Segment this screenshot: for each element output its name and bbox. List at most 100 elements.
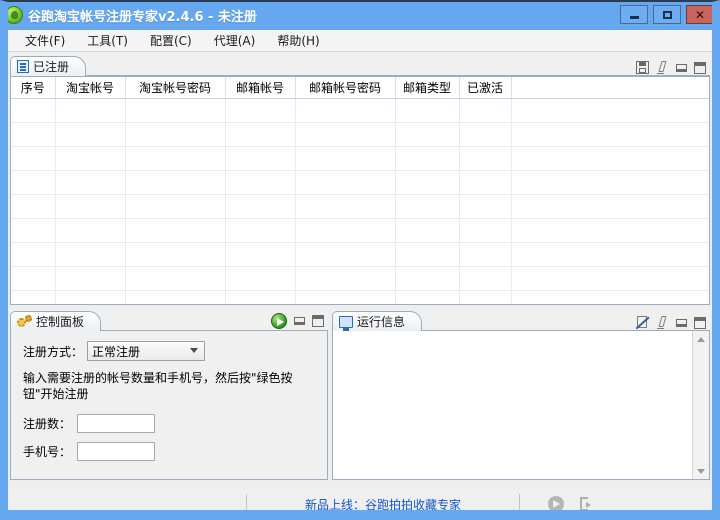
- table-cell[interactable]: [55, 170, 126, 195]
- table-cell[interactable]: [225, 266, 296, 291]
- table-cell[interactable]: [55, 122, 126, 147]
- table-cell[interactable]: [55, 218, 126, 243]
- col-header-taobao-account[interactable]: 淘宝帐号: [55, 77, 126, 99]
- maximize-button[interactable]: [653, 5, 681, 24]
- table-cell[interactable]: [11, 146, 56, 171]
- gray-play-icon[interactable]: [548, 496, 564, 510]
- table-cell[interactable]: [395, 266, 460, 291]
- menu-config[interactable]: 配置(C): [139, 30, 203, 51]
- scroll-down-button[interactable]: [693, 463, 709, 479]
- table-cell[interactable]: [11, 290, 56, 304]
- log-panel-body[interactable]: [332, 331, 710, 480]
- col-header-email-account[interactable]: 邮箱帐号: [225, 77, 296, 99]
- table-cell[interactable]: [225, 242, 296, 267]
- table-cell[interactable]: [295, 242, 396, 267]
- tab-run-info[interactable]: 运行信息: [332, 311, 423, 331]
- close-button[interactable]: ✕: [686, 5, 712, 24]
- table-cell[interactable]: [395, 170, 460, 195]
- table-cell[interactable]: [295, 98, 396, 123]
- col-header-email-password[interactable]: 邮箱帐号密码: [295, 77, 396, 99]
- save-icon[interactable]: [636, 61, 649, 74]
- menu-tools[interactable]: 工具(T): [76, 30, 139, 51]
- table-cell[interactable]: [395, 242, 460, 267]
- table-cell[interactable]: [125, 98, 226, 123]
- log-scrollbar[interactable]: [692, 331, 709, 479]
- gray-network-icon[interactable]: [576, 496, 592, 510]
- col-header-index[interactable]: 序号: [11, 77, 56, 99]
- table-cell[interactable]: [295, 218, 396, 243]
- table-cell[interactable]: [295, 194, 396, 219]
- table-cell[interactable]: [55, 242, 126, 267]
- table-row[interactable]: [11, 242, 709, 267]
- table-cell[interactable]: [225, 290, 296, 304]
- table-cell[interactable]: [55, 290, 126, 304]
- minimize-icon[interactable]: [676, 318, 687, 327]
- table-cell[interactable]: [55, 194, 126, 219]
- menu-help[interactable]: 帮助(H): [266, 30, 330, 51]
- table-cell[interactable]: [125, 122, 226, 147]
- table-cell[interactable]: [11, 218, 56, 243]
- col-header-taobao-password[interactable]: 淘宝帐号密码: [125, 77, 226, 99]
- table-cell[interactable]: [295, 122, 396, 147]
- register-mode-select[interactable]: 正常注册: [87, 341, 206, 361]
- table-cell[interactable]: [55, 146, 126, 171]
- table-row[interactable]: [11, 170, 709, 195]
- table-cell[interactable]: [125, 194, 226, 219]
- col-header-email-type[interactable]: 邮箱类型: [395, 77, 460, 99]
- eraser-icon[interactable]: [656, 316, 669, 329]
- table-cell[interactable]: [225, 146, 296, 171]
- table-row[interactable]: [11, 266, 709, 291]
- table-row[interactable]: [11, 290, 709, 304]
- table-cell[interactable]: [225, 98, 296, 123]
- table-cell[interactable]: [459, 218, 512, 243]
- table-cell[interactable]: [459, 122, 512, 147]
- table-row[interactable]: [11, 98, 709, 123]
- table-cell[interactable]: [225, 218, 296, 243]
- minimize-button[interactable]: [620, 5, 648, 24]
- table-cell[interactable]: [395, 98, 460, 123]
- table-row[interactable]: [11, 194, 709, 219]
- menu-file[interactable]: 文件(F): [14, 30, 76, 51]
- promo-link[interactable]: 新品上线：谷跑拍拍收藏专家: [305, 496, 461, 511]
- table-cell[interactable]: [459, 98, 512, 123]
- registered-table-container[interactable]: 序号 淘宝帐号 淘宝帐号密码 邮箱帐号 邮箱帐号密码 邮箱类型 已激活: [10, 76, 710, 305]
- table-cell[interactable]: [295, 170, 396, 195]
- col-header-activated[interactable]: 已激活: [459, 77, 512, 99]
- tab-control-panel[interactable]: 控制面板: [10, 311, 102, 331]
- restore-icon[interactable]: [312, 315, 324, 327]
- table-cell[interactable]: [459, 242, 512, 267]
- table-cell[interactable]: [459, 194, 512, 219]
- table-cell[interactable]: [395, 194, 460, 219]
- register-count-input[interactable]: [77, 414, 156, 433]
- table-cell[interactable]: [11, 242, 56, 267]
- table-cell[interactable]: [295, 290, 396, 304]
- table-cell[interactable]: [395, 122, 460, 147]
- table-cell[interactable]: [459, 290, 512, 304]
- table-cell[interactable]: [125, 266, 226, 291]
- pencil-icon[interactable]: [656, 61, 669, 74]
- table-cell[interactable]: [225, 194, 296, 219]
- phone-number-input[interactable]: [77, 442, 156, 461]
- table-cell[interactable]: [395, 218, 460, 243]
- table-cell[interactable]: [11, 194, 56, 219]
- minimize-icon[interactable]: [676, 63, 687, 72]
- table-row[interactable]: [11, 146, 709, 171]
- minimize-icon[interactable]: [294, 317, 305, 325]
- table-cell[interactable]: [55, 266, 126, 291]
- table-cell[interactable]: [11, 98, 56, 123]
- table-cell[interactable]: [395, 290, 460, 304]
- table-cell[interactable]: [225, 122, 296, 147]
- no-edit-icon[interactable]: [635, 316, 649, 329]
- menu-proxy[interactable]: 代理(A): [203, 30, 267, 51]
- table-cell[interactable]: [11, 122, 56, 147]
- tab-registered[interactable]: 已注册: [10, 56, 87, 76]
- table-cell[interactable]: [125, 242, 226, 267]
- table-cell[interactable]: [459, 170, 512, 195]
- table-cell[interactable]: [295, 266, 396, 291]
- table-cell[interactable]: [125, 146, 226, 171]
- table-row[interactable]: [11, 122, 709, 147]
- table-cell[interactable]: [125, 290, 226, 304]
- table-cell[interactable]: [125, 218, 226, 243]
- table-cell[interactable]: [55, 98, 126, 123]
- table-cell[interactable]: [225, 170, 296, 195]
